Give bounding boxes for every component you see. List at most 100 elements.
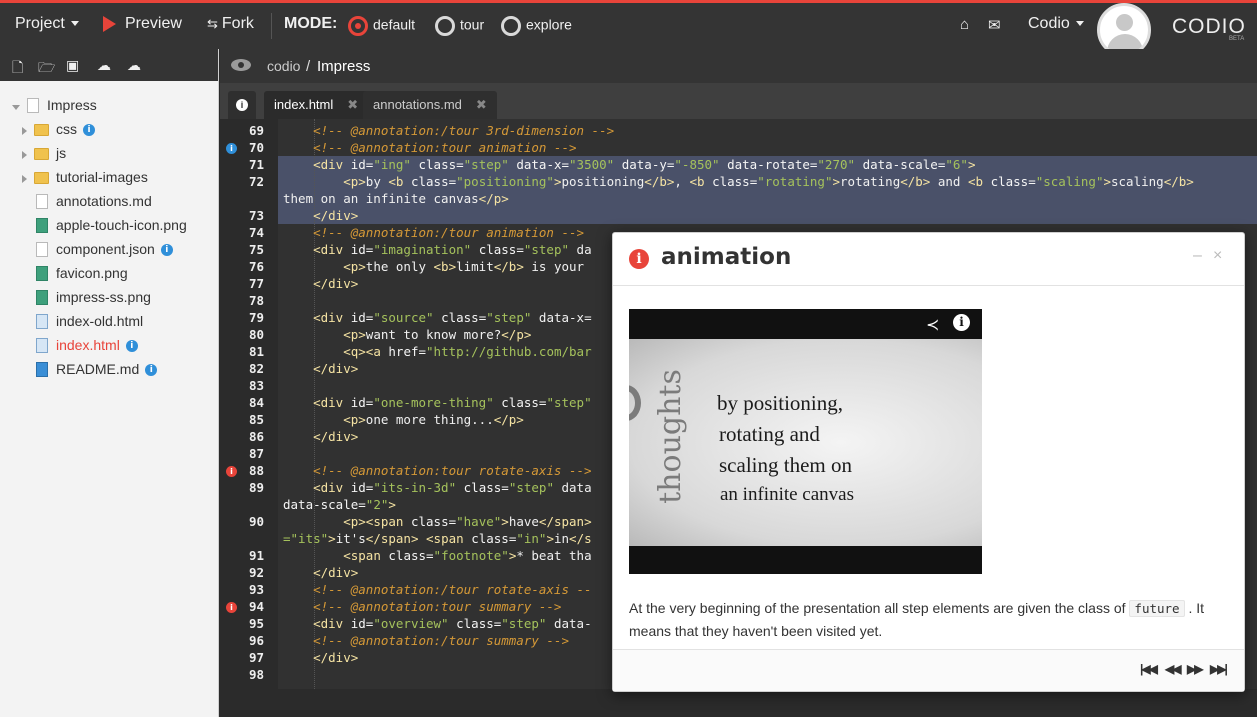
tab-annotations-md[interactable]: annotations.md ✖	[363, 91, 497, 119]
editor-tabs: i index.html ✖ annotations.md ✖	[220, 83, 1257, 119]
first-annotation-icon[interactable]: |◀◀	[1140, 662, 1158, 676]
code-line: </div>	[313, 650, 359, 665]
eye-icon[interactable]	[231, 59, 251, 71]
fork-icon: ⇆	[207, 16, 218, 31]
info-icon[interactable]: i	[145, 364, 158, 377]
line-number: 95	[248, 616, 264, 631]
line-number: 76	[248, 259, 264, 274]
radio-selected-icon	[348, 16, 368, 36]
minimize-button[interactable]: –	[1193, 247, 1202, 265]
download-icon[interactable]: ☁	[127, 57, 141, 74]
annotation-marker-icon[interactable]: i	[226, 143, 237, 154]
line-number: 71	[248, 157, 264, 172]
file-toolbar: 🗋 🗁 ▣ ☁ ☁	[0, 49, 218, 81]
line-number: 79	[248, 310, 264, 325]
markdown-file-icon	[36, 362, 48, 377]
share-icon[interactable]: ≺	[926, 315, 939, 335]
breadcrumb-project[interactable]: Impress	[317, 58, 370, 75]
video-text-line: by positioning,	[717, 391, 844, 415]
previous-annotation-icon[interactable]: ◀◀	[1165, 662, 1182, 676]
home-icon[interactable]: ⌂	[960, 16, 969, 33]
code-line: <div id="one-more-thing" class="step"	[313, 395, 592, 410]
tree-item-label: tutorial-images	[56, 169, 148, 185]
close-button[interactable]: ×	[1213, 247, 1222, 265]
code-line: <!-- @annotation:/tour rotate-axis --	[313, 582, 592, 597]
line-number: 98	[248, 667, 264, 682]
close-icon[interactable]: ✖	[476, 97, 487, 112]
code-line: <p>one more thing...</p>	[343, 412, 524, 427]
tree-item-label: index.html	[56, 337, 120, 353]
tree-item-label: annotations.md	[56, 193, 152, 209]
annotation-marker-icon[interactable]: i	[226, 466, 237, 477]
tab-label: annotations.md	[373, 97, 462, 112]
chevron-right-icon	[22, 175, 27, 183]
tab-index-html[interactable]: index.html ✖	[264, 91, 369, 119]
open-folder-icon[interactable]: 🗁	[38, 57, 55, 81]
close-icon[interactable]: ✖	[347, 97, 358, 112]
code-line: </div>	[313, 565, 359, 580]
annotation-title: animation	[661, 244, 792, 270]
new-file-icon[interactable]: 🗋	[12, 57, 23, 81]
line-number: 75	[248, 242, 264, 257]
code-line: <div id="its-in-3d" class="step" data	[313, 480, 592, 495]
code-line: <!-- @annotation:/tour animation -->	[313, 225, 585, 240]
project-icon	[27, 98, 39, 113]
user-menu[interactable]: Codio	[1028, 15, 1084, 33]
chevron-down-icon	[70, 21, 79, 27]
line-number: 77	[248, 276, 264, 291]
code-line: <div id="ing" class="step" data-x="3500"…	[313, 157, 976, 172]
tab-info[interactable]: i	[228, 91, 256, 119]
code-line: <p>the only <b>limit</b> is your	[343, 259, 585, 274]
line-number: 69	[248, 123, 264, 138]
preview-button[interactable]: Preview	[103, 15, 182, 33]
code-line: <p>by <b class="positioning">positioning…	[343, 174, 1194, 189]
mode-explore-radio[interactable]: explore	[501, 16, 572, 36]
description-text: At the very beginning of the presentatio…	[629, 600, 1126, 616]
tree-item-label: favicon.png	[56, 265, 128, 281]
chevron-right-icon	[22, 127, 27, 135]
breadcrumb-separator: /	[306, 58, 311, 75]
line-number: 84	[248, 395, 264, 410]
project-menu[interactable]: Project	[15, 15, 79, 33]
fork-button[interactable]: ⇆ Fork	[207, 15, 254, 33]
line-number: 78	[248, 293, 264, 308]
line-number: 90	[248, 514, 264, 529]
line-number: 91	[248, 548, 264, 563]
code-line: them on an infinite canvas</p>	[283, 191, 509, 206]
video-text-line: rotating and	[719, 422, 820, 446]
annotation-marker-icon[interactable]: i	[226, 602, 237, 613]
line-number: 80	[248, 327, 264, 342]
mail-icon[interactable]: ✉	[988, 16, 1001, 34]
code-line: <!-- @annotation:tour summary -->	[313, 599, 562, 614]
tree-item-label: index-old.html	[56, 313, 144, 329]
annotation-footer: |◀◀ ◀◀ ▶▶ ▶▶|	[613, 649, 1244, 691]
logo-sub-text: BETA	[1229, 36, 1245, 42]
upload-icon[interactable]: ☁	[97, 57, 111, 74]
top-bar: Project Preview ⇆ Fork MODE: default tour…	[0, 0, 1257, 57]
play-icon	[103, 15, 116, 32]
code-line: <!-- @annotation:/tour summary -->	[313, 633, 569, 648]
code-line: </div>	[313, 429, 359, 444]
chevron-down-icon	[1075, 21, 1084, 27]
info-icon[interactable]: i	[160, 244, 173, 257]
video-player[interactable]: ≺ i thoughts by positioning, rotating an…	[629, 309, 982, 574]
info-icon[interactable]: i	[953, 314, 970, 331]
mode-tour-radio[interactable]: tour	[435, 16, 484, 36]
line-number: 87	[248, 446, 264, 461]
code-line: <div id="imagination" class="step" da	[313, 242, 592, 257]
mode-explore-label: explore	[526, 16, 572, 33]
info-icon[interactable]: i	[125, 340, 138, 353]
code-line: <!-- @annotation:tour rotate-axis -->	[313, 463, 592, 478]
briefcase-icon[interactable]: ▣	[66, 57, 79, 74]
video-frame: thoughts by positioning, rotating and sc…	[629, 339, 982, 546]
chevron-right-icon	[22, 151, 27, 159]
breadcrumb-owner[interactable]: codio	[267, 58, 300, 74]
line-number: 72	[248, 174, 264, 189]
video-side-text: thoughts	[652, 369, 688, 504]
last-annotation-icon[interactable]: ▶▶|	[1210, 662, 1228, 676]
mode-default-label: default	[373, 16, 416, 33]
info-icon[interactable]: i	[83, 124, 95, 137]
code-line: <div id="source" class="step" data-x=	[313, 310, 592, 325]
mode-default-radio[interactable]: default	[348, 16, 415, 36]
next-annotation-icon[interactable]: ▶▶	[1187, 662, 1204, 676]
